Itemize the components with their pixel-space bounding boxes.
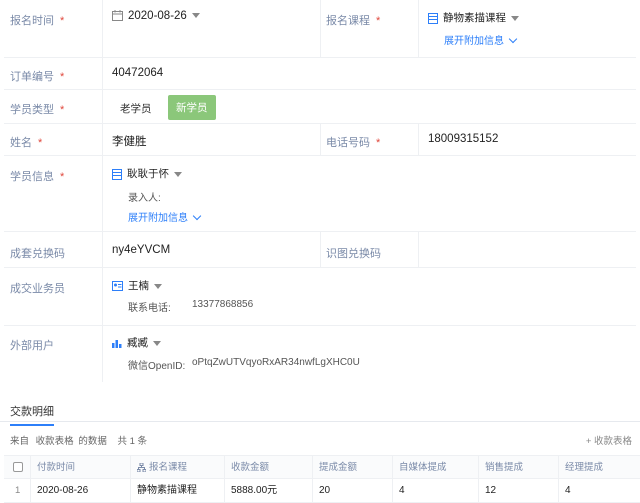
student-type-label: 学员类型 * [10,104,65,116]
signup-time-field[interactable]: 2020-08-26 [112,10,200,22]
table-cell: 5888.00元 [224,479,312,503]
student-info-expand-link[interactable]: 展开附加信息 [128,209,202,224]
student-type-new-option[interactable]: 新学员 [168,95,216,120]
signup-time-label: 报名时间 * [10,15,65,27]
salesperson-contact-value: 13377868856 [192,299,254,310]
external-user-label: 外部用户 [10,340,54,352]
calendar-icon [112,10,123,22]
student-info-field[interactable]: 耿耿于怀 [112,166,182,181]
add-payment-table-link[interactable]: + 收款表格 [586,433,632,447]
col-header[interactable]: 报名课程 [130,456,224,480]
row-student-info: 学员信息 * 耿耿于怀 录入人: 展开附加信息 [4,156,636,232]
course-expand-link[interactable]: 展开附加信息 [444,32,518,47]
meta-suffix: 的数据 [78,436,107,447]
chevron-down-icon [508,34,518,44]
external-user-field[interactable]: 臧臧 [112,335,161,350]
salesperson-field[interactable]: 王楠 [112,278,162,293]
row-number: 1 [15,485,21,496]
recorder-label: 录入人: [128,193,161,204]
table-row[interactable]: 1 2020-08-26 静物素描课程 5888.00元 20 4 12 4 [4,479,640,503]
table-cell: 20 [312,479,392,503]
table-cell: 4 [558,479,640,503]
set-code-value[interactable]: ny4eYVCM [112,244,170,256]
meta-from: 来自 [10,436,30,447]
chevron-down-icon [154,283,162,289]
openid-value: oPtqZwUTVqyoRxAR34nwfLgXHC0U [192,357,360,368]
student-type-old-option[interactable]: 老学员 [112,96,160,121]
chevron-down-icon [174,171,182,177]
row-salesperson: 成交业务员 王楠 联系电话: 13377868856 [4,268,636,326]
row-name-phone: 姓名 * 李健胜 电话号码 * 18009315152 [4,124,636,156]
meta-source[interactable]: 收款表格 [36,436,74,447]
table-cell: 2020-08-26 [30,479,130,503]
col-header[interactable]: 付款时间 [30,456,130,480]
order-no-value: 40472064 [112,67,164,79]
phone-value[interactable]: 18009315152 [428,133,498,145]
image-code-label: 识图兑换码 [326,248,381,260]
phone-label: 电话号码 * [326,137,381,149]
contact-card-icon [112,281,123,292]
col-header[interactable]: 提成金额 [312,456,392,480]
chevron-down-icon [192,211,202,221]
signup-course-label: 报名课程 * [326,15,381,27]
openid-label: 微信OpenID: [128,361,186,372]
hierarchy-icon [136,462,147,473]
table-cell: 静物素描课程 [130,479,224,503]
col-header[interactable]: 收款金额 [224,456,312,480]
select-all-checkbox[interactable] [13,462,23,472]
salesperson-label: 成交业务员 [10,283,65,295]
student-info-label: 学员信息 * [10,171,65,183]
table-header: 付款时间 报名课程 收款金额 提成金额 自媒体提成 销售提成 经理提成 [4,455,640,480]
col-header[interactable]: 经理提成 [558,456,640,480]
chevron-down-icon [191,13,200,19]
name-value[interactable]: 李健胜 [112,133,147,149]
chevron-down-icon [511,15,519,21]
salesperson-contact-label: 联系电话: [128,303,171,314]
col-header[interactable]: 销售提成 [478,456,558,480]
bar-chart-icon [112,340,122,349]
signup-course-field[interactable]: 静物素描课程 [428,10,519,25]
table-cell: 12 [478,479,558,503]
col-header[interactable]: 自媒体提成 [392,456,478,480]
row-external-user: 外部用户 臧臧 微信OpenID: oPtqZwUTVqyoRxAR34nwfL… [4,326,636,382]
row-codes: 成套兑换码 ny4eYVCM 识图兑换码 [4,232,636,268]
set-code-label: 成套兑换码 [10,248,65,260]
row-signup: 报名时间 * 2020-08-26 报名课程 * 静物素描课程 展开附加信息 [4,0,636,58]
table-icon [112,168,122,180]
name-label: 姓名 * [10,137,43,149]
row-student-type: 学员类型 * 老学员 新学员 [4,90,636,124]
table-meta: 来自 收款表格 的数据 共 1 条 [10,433,147,447]
table-icon [428,12,438,24]
order-no-label: 订单编号 * [10,71,65,83]
table-cell: 4 [392,479,478,503]
row-order-no: 订单编号 * 40472064 [4,58,636,90]
tab-payment-details[interactable]: 交款明细 [10,403,54,426]
chevron-down-icon [153,340,161,346]
detail-tabs: 交款明细 [0,398,640,426]
meta-count: 共 1 条 [117,436,148,447]
